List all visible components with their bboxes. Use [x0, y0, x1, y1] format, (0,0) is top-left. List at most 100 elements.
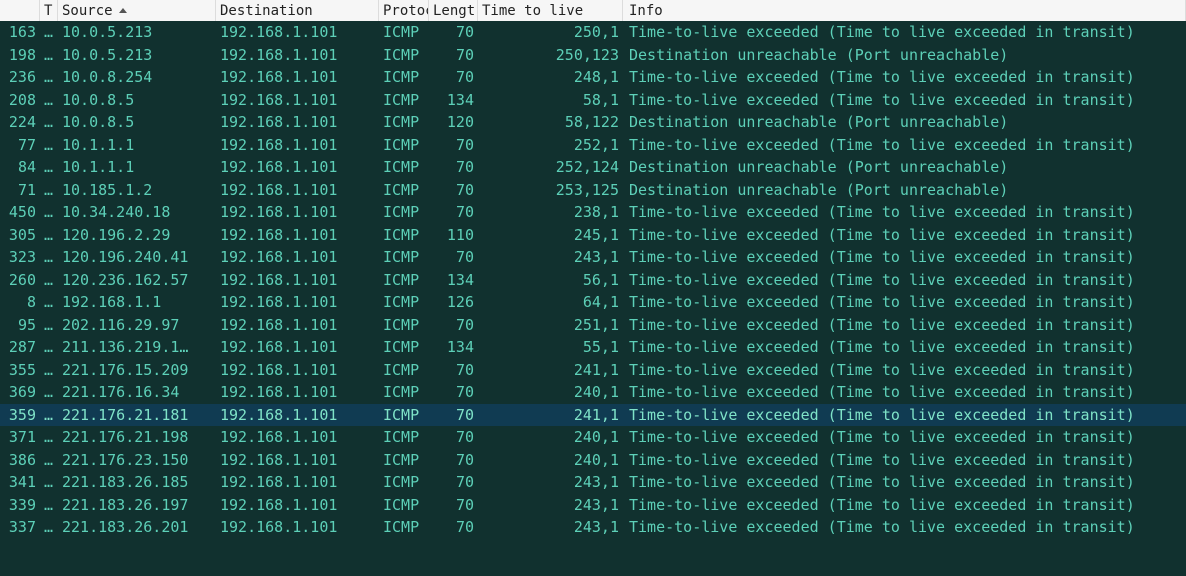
cell-ttl: 251,1: [478, 316, 623, 334]
cell-length: 70: [429, 316, 478, 334]
cell-source: 10.1.1.1: [58, 158, 216, 176]
cell-time: …: [40, 518, 58, 536]
table-row[interactable]: 323…120.196.240.41192.168.1.101ICMP70243…: [0, 246, 1186, 269]
table-row[interactable]: 369…221.176.16.34192.168.1.101ICMP70240,…: [0, 381, 1186, 404]
table-row[interactable]: 198…10.0.5.213192.168.1.101ICMP70250,123…: [0, 44, 1186, 67]
cell-ttl: 250,123: [478, 46, 623, 64]
cell-time: …: [40, 406, 58, 424]
cell-length: 70: [429, 248, 478, 266]
table-row[interactable]: 260…120.236.162.57192.168.1.101ICMP13456…: [0, 269, 1186, 292]
cell-destination: 192.168.1.101: [216, 203, 379, 221]
cell-source: 221.176.15.209: [58, 361, 216, 379]
cell-ttl: 58,122: [478, 113, 623, 131]
cell-ttl: 243,1: [478, 473, 623, 491]
cell-protocol: ICMP: [379, 248, 429, 266]
cell-number: 323: [0, 248, 40, 266]
cell-source: 202.116.29.97: [58, 316, 216, 334]
table-row[interactable]: 77…10.1.1.1192.168.1.101ICMP70252,1Time-…: [0, 134, 1186, 157]
column-header-protocol[interactable]: Protoc: [379, 0, 429, 21]
cell-source: 120.196.2.29: [58, 226, 216, 244]
cell-info: Time-to-live exceeded (Time to live exce…: [623, 91, 1186, 109]
cell-number: 84: [0, 158, 40, 176]
cell-number: 369: [0, 383, 40, 401]
cell-info: Time-to-live exceeded (Time to live exce…: [623, 271, 1186, 289]
cell-length: 70: [429, 68, 478, 86]
cell-source: 192.168.1.1: [58, 293, 216, 311]
cell-protocol: ICMP: [379, 181, 429, 199]
cell-number: 339: [0, 496, 40, 514]
cell-ttl: 240,1: [478, 428, 623, 446]
cell-info: Time-to-live exceeded (Time to live exce…: [623, 293, 1186, 311]
table-row[interactable]: 163…10.0.5.213192.168.1.101ICMP70250,1Ti…: [0, 21, 1186, 44]
cell-destination: 192.168.1.101: [216, 181, 379, 199]
cell-source: 10.0.5.213: [58, 46, 216, 64]
table-row[interactable]: 337…221.183.26.201192.168.1.101ICMP70243…: [0, 516, 1186, 539]
cell-source: 221.176.23.150: [58, 451, 216, 469]
table-row[interactable]: 371…221.176.21.198192.168.1.101ICMP70240…: [0, 426, 1186, 449]
cell-time: …: [40, 91, 58, 109]
cell-info: Time-to-live exceeded (Time to live exce…: [623, 338, 1186, 356]
table-row[interactable]: 287…211.136.219.1…192.168.1.101ICMP13455…: [0, 336, 1186, 359]
cell-destination: 192.168.1.101: [216, 361, 379, 379]
packet-list-table[interactable]: T Source Destination Protoc Lengt Time t…: [0, 0, 1186, 539]
table-row[interactable]: 359…221.176.21.181192.168.1.101ICMP70241…: [0, 404, 1186, 427]
cell-length: 70: [429, 23, 478, 41]
cell-destination: 192.168.1.101: [216, 68, 379, 86]
cell-number: 371: [0, 428, 40, 446]
table-row[interactable]: 236…10.0.8.254192.168.1.101ICMP70248,1Ti…: [0, 66, 1186, 89]
column-header-time[interactable]: T: [40, 0, 58, 21]
cell-protocol: ICMP: [379, 23, 429, 41]
cell-time: …: [40, 136, 58, 154]
cell-number: 224: [0, 113, 40, 131]
cell-ttl: 243,1: [478, 496, 623, 514]
cell-destination: 192.168.1.101: [216, 293, 379, 311]
cell-info: Destination unreachable (Port unreachabl…: [623, 46, 1186, 64]
cell-length: 134: [429, 91, 478, 109]
cell-source: 10.185.1.2: [58, 181, 216, 199]
table-row[interactable]: 8…192.168.1.1192.168.1.101ICMP12664,1Tim…: [0, 291, 1186, 314]
table-row[interactable]: 450…10.34.240.18192.168.1.101ICMP70238,1…: [0, 201, 1186, 224]
column-header-number[interactable]: [0, 0, 40, 21]
cell-source: 10.0.5.213: [58, 23, 216, 41]
cell-number: 260: [0, 271, 40, 289]
column-header-destination[interactable]: Destination: [216, 0, 379, 21]
cell-protocol: ICMP: [379, 113, 429, 131]
table-row[interactable]: 305…120.196.2.29192.168.1.101ICMP110245,…: [0, 224, 1186, 247]
cell-source: 211.136.219.1…: [58, 338, 216, 356]
table-row[interactable]: 224…10.0.8.5192.168.1.101ICMP12058,122De…: [0, 111, 1186, 134]
column-header-ttl[interactable]: Time to live: [478, 0, 623, 21]
cell-info: Time-to-live exceeded (Time to live exce…: [623, 428, 1186, 446]
cell-source: 10.1.1.1: [58, 136, 216, 154]
cell-ttl: 253,125: [478, 181, 623, 199]
table-row[interactable]: 84…10.1.1.1192.168.1.101ICMP70252,124Des…: [0, 156, 1186, 179]
table-row[interactable]: 339…221.183.26.197192.168.1.101ICMP70243…: [0, 494, 1186, 517]
column-header-length[interactable]: Lengt: [429, 0, 478, 21]
cell-protocol: ICMP: [379, 46, 429, 64]
cell-number: 95: [0, 316, 40, 334]
cell-ttl: 241,1: [478, 361, 623, 379]
table-row[interactable]: 355…221.176.15.209192.168.1.101ICMP70241…: [0, 359, 1186, 382]
cell-source: 221.183.26.201: [58, 518, 216, 536]
cell-destination: 192.168.1.101: [216, 383, 379, 401]
cell-protocol: ICMP: [379, 406, 429, 424]
cell-number: 77: [0, 136, 40, 154]
cell-destination: 192.168.1.101: [216, 271, 379, 289]
table-row[interactable]: 71…10.185.1.2192.168.1.101ICMP70253,125D…: [0, 179, 1186, 202]
table-row[interactable]: 386…221.176.23.150192.168.1.101ICMP70240…: [0, 449, 1186, 472]
cell-length: 120: [429, 113, 478, 131]
cell-number: 450: [0, 203, 40, 221]
column-header-source[interactable]: Source: [58, 0, 216, 21]
table-row[interactable]: 341…221.183.26.185192.168.1.101ICMP70243…: [0, 471, 1186, 494]
cell-source: 221.176.21.198: [58, 428, 216, 446]
cell-source: 221.183.26.185: [58, 473, 216, 491]
cell-info: Time-to-live exceeded (Time to live exce…: [623, 406, 1186, 424]
cell-time: …: [40, 203, 58, 221]
column-header-info[interactable]: Info: [623, 0, 1186, 21]
cell-protocol: ICMP: [379, 338, 429, 356]
cell-length: 70: [429, 181, 478, 199]
packet-list-body[interactable]: 163…10.0.5.213192.168.1.101ICMP70250,1Ti…: [0, 21, 1186, 539]
table-row[interactable]: 208…10.0.8.5192.168.1.101ICMP13458,1Time…: [0, 89, 1186, 112]
cell-ttl: 248,1: [478, 68, 623, 86]
cell-protocol: ICMP: [379, 293, 429, 311]
table-row[interactable]: 95…202.116.29.97192.168.1.101ICMP70251,1…: [0, 314, 1186, 337]
